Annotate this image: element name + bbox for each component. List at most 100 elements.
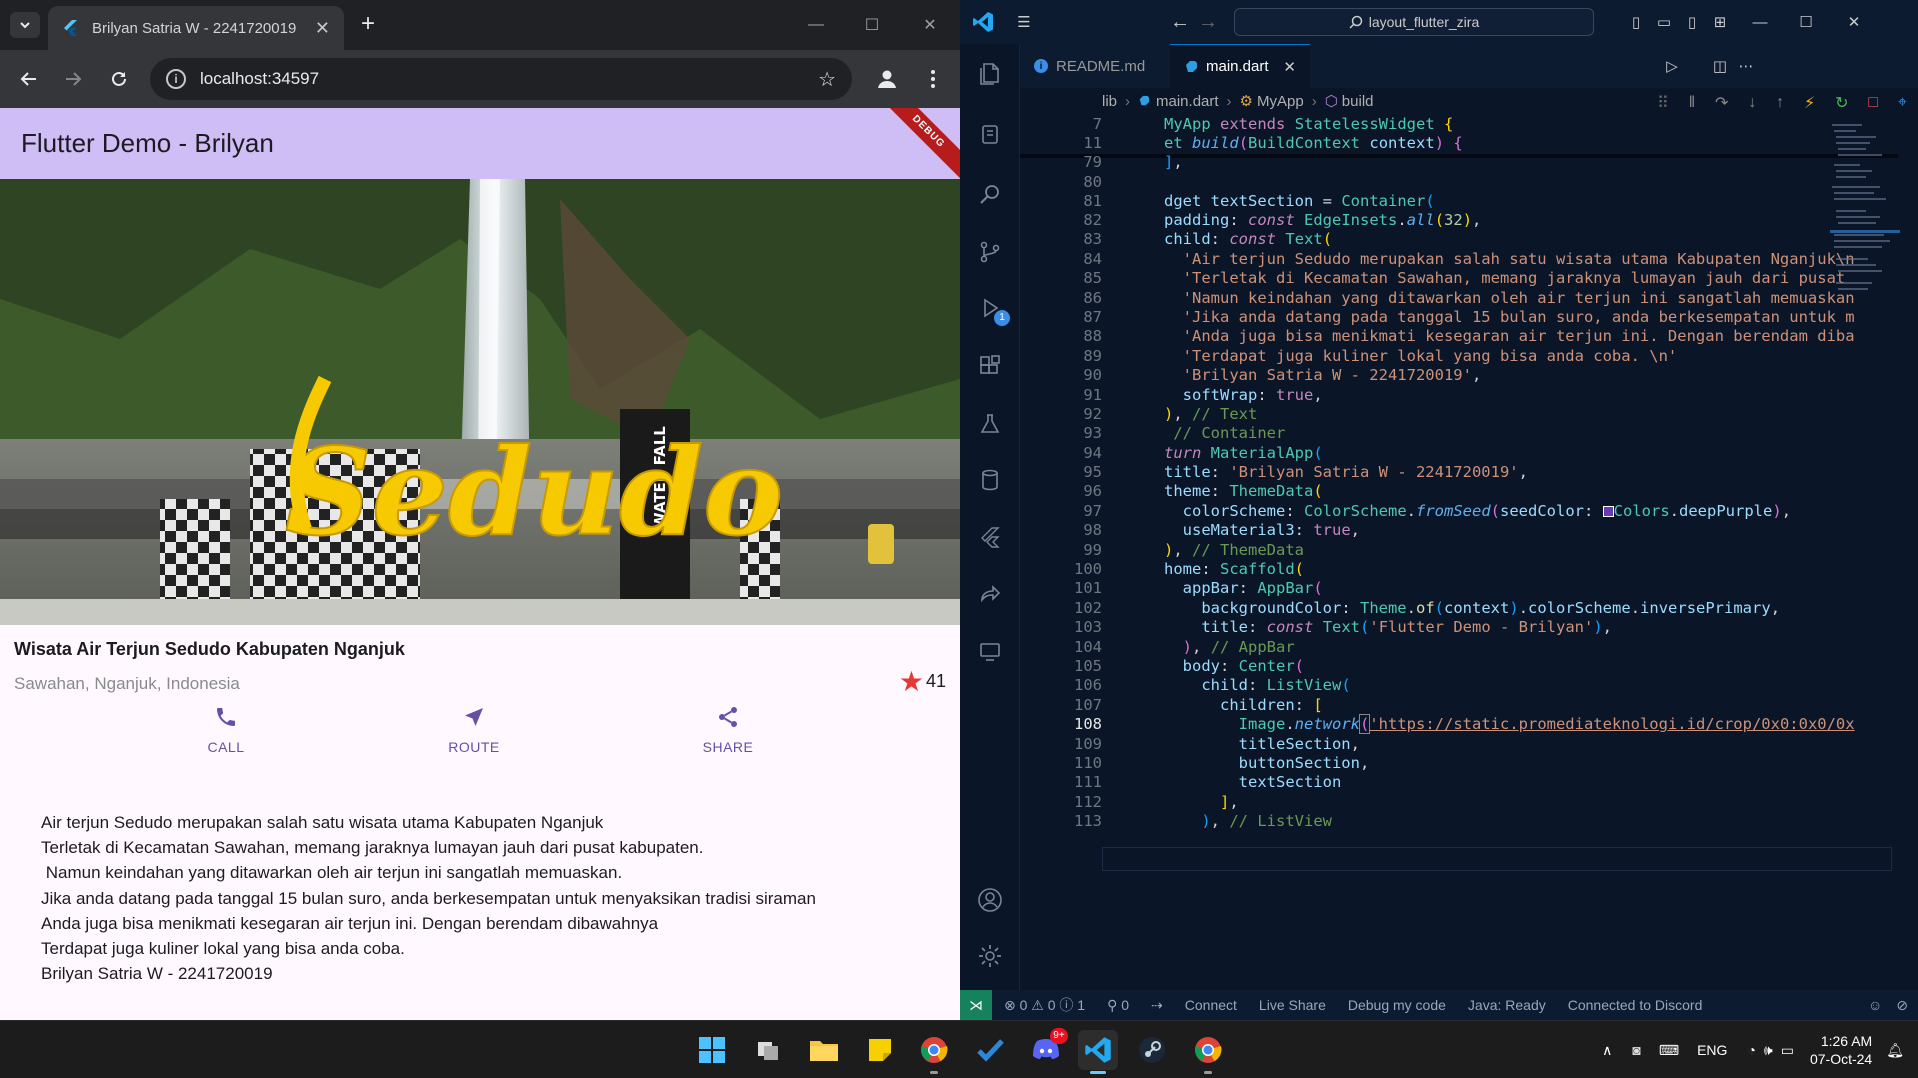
source-control-icon[interactable] xyxy=(974,236,1006,268)
toggle-panel-icon[interactable]: ▭ xyxy=(1654,12,1674,32)
hot-reload-icon[interactable]: ⚡ xyxy=(1804,93,1815,113)
task-view-icon[interactable] xyxy=(748,1030,788,1070)
share-button[interactable]: SHARE xyxy=(668,705,788,755)
profile-button[interactable] xyxy=(872,64,902,94)
stop-icon[interactable]: □ xyxy=(1868,94,1878,112)
code-line: 'Anda juga bisa menikmati kesegaran air … xyxy=(1182,327,1855,345)
vscode-minimize-button[interactable]: — xyxy=(1750,12,1770,32)
notification-bell-icon[interactable]: 🔔︎ xyxy=(1886,1042,1904,1059)
file-explorer-icon[interactable] xyxy=(804,1030,844,1070)
settings-gear-icon[interactable] xyxy=(974,940,1006,972)
todo-check-icon[interactable] xyxy=(970,1030,1010,1070)
browser-tab[interactable]: Brilyan Satria W - 2241720019 ✕ xyxy=(48,6,344,50)
split-editor-icon[interactable]: ◫ xyxy=(1710,56,1730,76)
tab-title: Brilyan Satria W - 2241720019 xyxy=(92,19,297,37)
maximize-button[interactable]: ☐ xyxy=(852,12,892,38)
nav-forward-icon[interactable]: → xyxy=(1198,11,1218,33)
battery-icon[interactable]: ▭ xyxy=(1781,1042,1794,1059)
tab-main-dart[interactable]: main.dart ✕ xyxy=(1170,44,1310,88)
call-button[interactable]: CALL xyxy=(166,705,286,755)
status-bar: ⋊ ⊗ 0 ⚠ 0 ⓘ 1 ⚲ 0 ⇢ Connect Live Share D… xyxy=(960,990,1918,1020)
tab-close-icon[interactable]: ✕ xyxy=(315,18,330,39)
more-actions-icon[interactable]: ⋯ xyxy=(1736,56,1756,76)
wifi-icon[interactable]: ◔ xyxy=(1747,1042,1755,1058)
volume-icon[interactable]: 🕪 xyxy=(1764,1042,1773,1059)
problems-indicator[interactable]: ⊗ 0 ⚠ 0 ⓘ 1 xyxy=(1004,995,1085,1015)
sticky-notes-icon[interactable] xyxy=(860,1030,900,1070)
vscode-taskbar-icon[interactable] xyxy=(1078,1030,1118,1074)
route-button[interactable]: ROUTE xyxy=(414,705,534,755)
copilot-icon[interactable]: ☺ xyxy=(1868,997,1882,1013)
testing-flask-icon[interactable] xyxy=(974,408,1006,440)
code-editor[interactable]: 7 11 79 80 81 82 83 84 85 86 87 88 89 90 91 92 93 94 95 96 9… xyxy=(1020,114,1898,990)
rating: ★ 41 xyxy=(899,665,946,698)
vscode-maximize-button[interactable]: ☐ xyxy=(1796,12,1816,32)
code-line: body: Center( xyxy=(1182,657,1305,675)
connect-status[interactable]: Connect xyxy=(1185,997,1237,1013)
nav-back-icon[interactable]: ← xyxy=(1170,11,1190,33)
run-indicator-icon[interactable]: ⇢ xyxy=(1151,997,1163,1014)
discord-status[interactable]: Connected to Discord xyxy=(1568,997,1703,1013)
reload-button[interactable] xyxy=(104,64,134,94)
tab-search-button[interactable] xyxy=(10,12,40,38)
restart-icon[interactable]: ↻ xyxy=(1835,93,1848,113)
code-line: // Container xyxy=(1173,424,1286,442)
show-hidden-icons-icon[interactable]: ∧ xyxy=(1602,1042,1612,1059)
step-into-icon[interactable]: ↓ xyxy=(1748,94,1756,112)
toggle-secondary-sidebar-icon[interactable]: ▯ xyxy=(1682,12,1702,32)
start-windows-icon[interactable] xyxy=(692,1030,732,1070)
tab-readme[interactable]: i README.md xyxy=(1020,44,1168,88)
java-status[interactable]: Java: Ready xyxy=(1468,997,1546,1013)
drag-handle-icon[interactable]: ⠿ xyxy=(1657,93,1669,113)
inspect-widget-icon[interactable]: ⌖ xyxy=(1898,94,1907,112)
back-button[interactable] xyxy=(14,64,44,94)
live-share-status[interactable]: Live Share xyxy=(1259,997,1326,1013)
database-icon[interactable] xyxy=(974,464,1006,496)
accounts-icon[interactable] xyxy=(974,884,1006,916)
debug-my-code-status[interactable]: Debug my code xyxy=(1348,997,1446,1013)
address-bar[interactable]: i localhost:34597 ☆ xyxy=(150,58,852,100)
breadcrumb-lib[interactable]: lib xyxy=(1102,93,1117,110)
chrome-profile-taskbar-icon[interactable] xyxy=(1188,1030,1228,1074)
clock[interactable]: 1:26 AM 07-Oct-24 xyxy=(1810,1032,1872,1068)
extensions-icon[interactable] xyxy=(974,350,1006,382)
tab-close-icon[interactable]: ✕ xyxy=(1283,58,1296,76)
breadcrumb-class[interactable]: MyApp xyxy=(1257,93,1304,110)
minimap[interactable] xyxy=(1830,120,1900,360)
new-tab-button[interactable]: + xyxy=(354,10,382,38)
vscode-close-button[interactable]: ✕ xyxy=(1844,12,1864,32)
bookmark-star-icon[interactable]: ☆ xyxy=(818,67,836,92)
toggle-primary-sidebar-icon[interactable]: ▯ xyxy=(1626,12,1646,32)
code-line: MyApp extends StatelessWidget { xyxy=(1164,115,1454,133)
explorer-icon[interactable] xyxy=(974,58,1006,90)
browser-menu-button[interactable] xyxy=(918,64,948,94)
site-info-icon[interactable]: i xyxy=(166,69,186,89)
live-share-icon[interactable] xyxy=(974,578,1006,610)
breadcrumb-file[interactable]: main.dart xyxy=(1156,93,1219,110)
remote-explorer-icon[interactable] xyxy=(974,636,1006,668)
notifications-icon[interactable]: ⊘ xyxy=(1896,997,1908,1014)
discord-tray-icon[interactable]: ◙ xyxy=(1632,1042,1640,1058)
flutter-panel-icon[interactable] xyxy=(974,522,1006,554)
discord-taskbar-icon[interactable]: 9+ xyxy=(1026,1028,1068,1070)
step-out-icon[interactable]: ↑ xyxy=(1776,94,1784,112)
hamburger-menu-icon[interactable]: ☰ xyxy=(1014,12,1034,32)
step-over-icon[interactable]: ↷ xyxy=(1715,93,1728,113)
run-dropdown-icon[interactable]: ▷ xyxy=(1662,56,1682,76)
chrome-taskbar-icon[interactable] xyxy=(914,1030,954,1074)
search-sidebar-icon[interactable] xyxy=(974,178,1006,210)
command-center[interactable]: layout_flutter_zira xyxy=(1234,8,1594,36)
run-debug-icon[interactable]: 1 xyxy=(974,292,1010,326)
steam-taskbar-icon[interactable] xyxy=(1132,1030,1172,1070)
ports-indicator[interactable]: ⚲ 0 xyxy=(1107,997,1129,1014)
forward-button[interactable] xyxy=(58,64,88,94)
pause-icon[interactable]: ‖ xyxy=(1689,94,1696,112)
clipboard-icon[interactable] xyxy=(974,118,1006,150)
keyboard-icon[interactable]: ⌨ xyxy=(1659,1042,1679,1059)
language-indicator[interactable]: ENG xyxy=(1697,1042,1727,1058)
minimize-button[interactable]: — xyxy=(796,12,836,38)
customize-layout-icon[interactable]: ⊞ xyxy=(1710,12,1730,32)
remote-indicator[interactable]: ⋊ xyxy=(960,990,992,1020)
breadcrumb-method[interactable]: build xyxy=(1342,93,1374,110)
close-window-button[interactable]: ✕ xyxy=(910,12,950,38)
